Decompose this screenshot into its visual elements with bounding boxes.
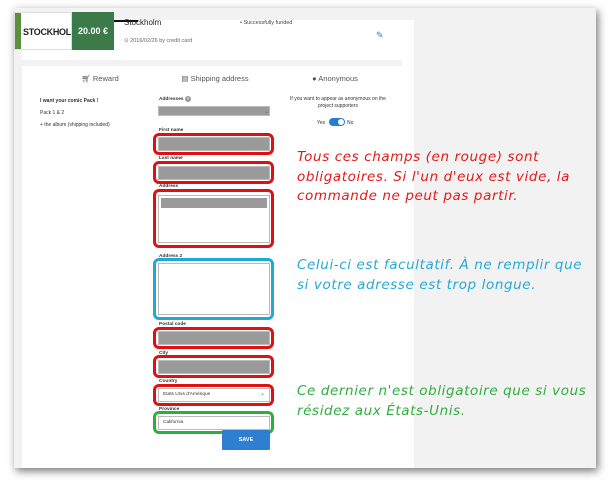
header-divider xyxy=(22,60,402,66)
book-icon: ▤ xyxy=(181,74,189,83)
reward-extra: + the album (shipping included) xyxy=(40,122,110,128)
toggle-no-label: No xyxy=(347,120,354,126)
order-date: ⊙ 2016/02/26 by credit card xyxy=(124,38,193,44)
reward-title: I want your comic Pack ! xyxy=(40,98,99,104)
anonymous-heading-label: Anonymous xyxy=(318,74,358,83)
address2-optional-ring xyxy=(153,258,274,320)
thumbnail-stripe xyxy=(15,13,21,49)
project-title: Stockholm xyxy=(124,18,162,27)
shipping-heading-label: Shipping address xyxy=(190,74,249,83)
city-required-ring xyxy=(153,355,274,378)
reward-heading-label: Reward xyxy=(92,74,119,83)
anonymous-toggle[interactable] xyxy=(329,118,345,126)
postal-code-required-ring xyxy=(153,327,274,349)
conditional-field-note: Ce dernier n'est obligatoire que si vous… xyxy=(297,383,587,419)
user-icon: ● xyxy=(312,74,317,83)
funding-status: • Successfully funded xyxy=(240,20,293,26)
optional-field-note: Celui-ci est facultatif. À ne remplir qu… xyxy=(297,257,583,293)
last-name-required-ring xyxy=(153,161,274,184)
reward-pack: Pack 1 & 2 xyxy=(40,110,65,116)
toggle-yes-label: Yes xyxy=(317,120,326,126)
addresses-select[interactable] xyxy=(158,106,270,116)
address-required-ring xyxy=(153,189,274,248)
cart-icon: 🛒︎ xyxy=(81,74,91,83)
addresses-label-text: Addresses xyxy=(159,97,184,102)
anonymous-heading[interactable]: ● Anonymous xyxy=(290,74,380,83)
thumbnail-title: STOCKHOLM xyxy=(23,27,71,37)
required-fields-note: Tous ces champs (en rouge) sont obligato… xyxy=(297,149,570,205)
help-icon[interactable]: ? xyxy=(184,96,191,102)
price-badge: 20.00 € xyxy=(72,12,114,50)
addresses-label: Addresses ? xyxy=(159,96,191,102)
first-name-required-ring xyxy=(153,133,274,155)
shipping-heading[interactable]: ▤ Shipping address xyxy=(165,74,265,83)
chevron-down-icon: ⌄ xyxy=(264,109,270,115)
save-button[interactable]: SAVE xyxy=(222,430,270,450)
country-required-ring xyxy=(153,384,274,406)
anonymous-text: If you want to appear as anonymous on th… xyxy=(290,96,386,109)
project-thumbnail[interactable]: STOCKHOLM xyxy=(14,12,72,50)
reward-heading[interactable]: 🛒︎ Reward xyxy=(60,74,140,83)
pencil-icon[interactable]: ✎ xyxy=(376,30,386,40)
order-date-text: 2016/02/26 by credit card xyxy=(130,38,193,44)
